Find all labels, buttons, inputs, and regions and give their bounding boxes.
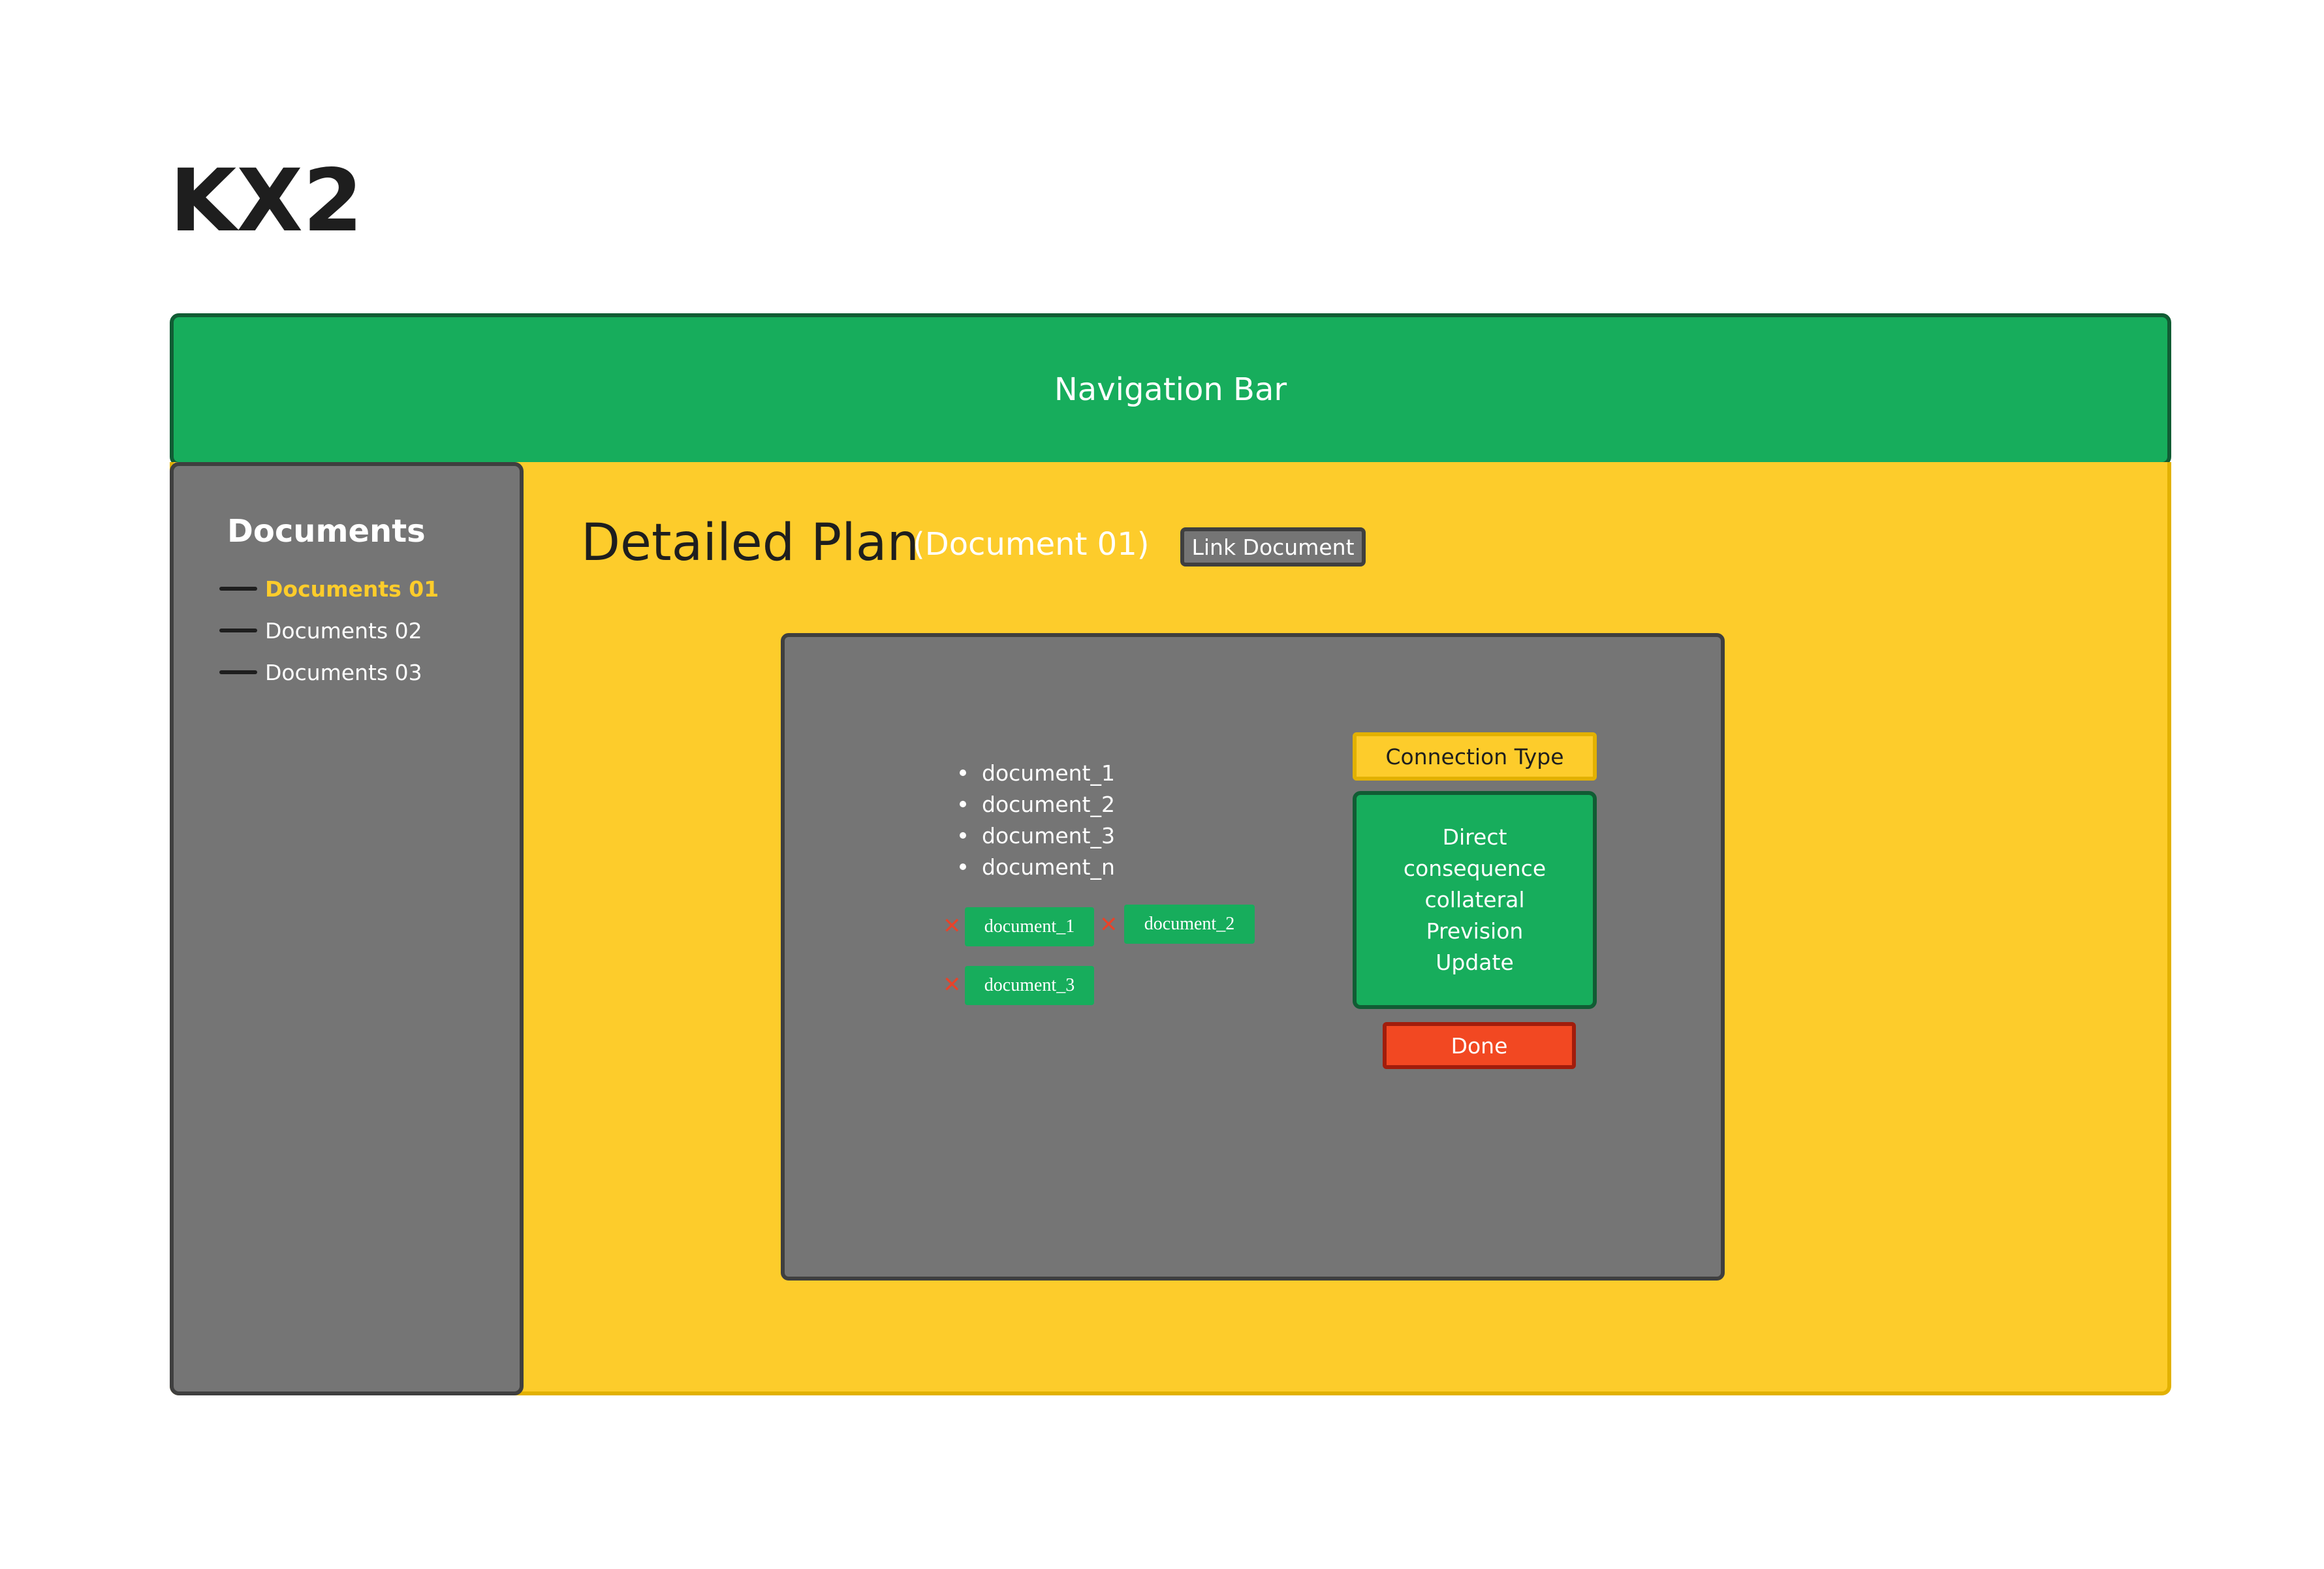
document-list-item-label: document_3 — [982, 822, 1115, 848]
bullet-icon — [960, 801, 966, 807]
selected-document-chip: document_3 — [965, 966, 1094, 1005]
sidebar-item-label: Documents 01 — [265, 576, 439, 602]
document-list-item[interactable]: document_n — [960, 851, 1115, 882]
close-icon[interactable]: ✕ — [1099, 914, 1118, 936]
dash-icon — [219, 587, 257, 591]
connection-option-prevision[interactable]: Prevision — [1426, 916, 1524, 947]
navigation-bar[interactable]: Navigation Bar — [170, 313, 2171, 466]
close-icon[interactable]: ✕ — [943, 915, 962, 937]
document-list-item[interactable]: document_2 — [960, 788, 1115, 820]
chip-label: document_2 — [1144, 914, 1235, 934]
app-title: KX2 — [170, 151, 363, 251]
bullet-icon — [960, 863, 966, 870]
chip-label: document_1 — [984, 916, 1075, 937]
sidebar-heading: Documents — [227, 513, 426, 550]
sidebar-item-label: Documents 02 — [265, 617, 422, 644]
page-title: Detailed Plan — [581, 514, 920, 572]
connection-option-direct[interactable]: Direct — [1443, 822, 1507, 853]
document-list-item-label: document_2 — [982, 791, 1115, 817]
dash-icon — [219, 629, 257, 632]
sidebar-item-documents-02[interactable]: Documents 02 — [219, 610, 439, 651]
sidebar: Documents Documents 01 Documents 02 Docu… — [170, 462, 524, 1395]
document-list-item[interactable]: document_3 — [960, 820, 1115, 851]
document-list-item[interactable]: document_1 — [960, 757, 1115, 788]
sidebar-item-documents-03[interactable]: Documents 03 — [219, 651, 439, 693]
bullet-icon — [960, 832, 966, 839]
done-button[interactable]: Done — [1383, 1022, 1576, 1069]
bullet-icon — [960, 769, 966, 776]
document-list-item-label: document_1 — [982, 760, 1115, 786]
connection-type-options: Direct consequence collateral Prevision … — [1353, 791, 1597, 1009]
sidebar-item-documents-01[interactable]: Documents 01 — [219, 568, 439, 610]
sidebar-list: Documents 01 Documents 02 Documents 03 — [219, 568, 439, 693]
sidebar-item-label: Documents 03 — [265, 659, 422, 685]
document-subtitle: (Document 01) — [913, 526, 1150, 563]
dash-icon — [219, 670, 257, 674]
connection-option-collateral[interactable]: collateral — [1424, 884, 1524, 916]
connection-option-update[interactable]: Update — [1436, 947, 1514, 978]
chip-label: document_3 — [984, 975, 1075, 995]
navigation-bar-title: Navigation Bar — [1054, 371, 1287, 408]
connection-option-consequence[interactable]: consequence — [1404, 853, 1546, 884]
document-list: document_1 document_2 document_3 documen… — [960, 757, 1115, 882]
close-icon[interactable]: ✕ — [943, 974, 962, 996]
link-document-button[interactable]: Link Document — [1180, 527, 1366, 567]
selected-document-chip: document_1 — [965, 907, 1094, 946]
selected-document-chip: document_2 — [1124, 905, 1255, 944]
document-list-item-label: document_n — [982, 854, 1115, 880]
connection-type-label: Connection Type — [1353, 732, 1597, 781]
